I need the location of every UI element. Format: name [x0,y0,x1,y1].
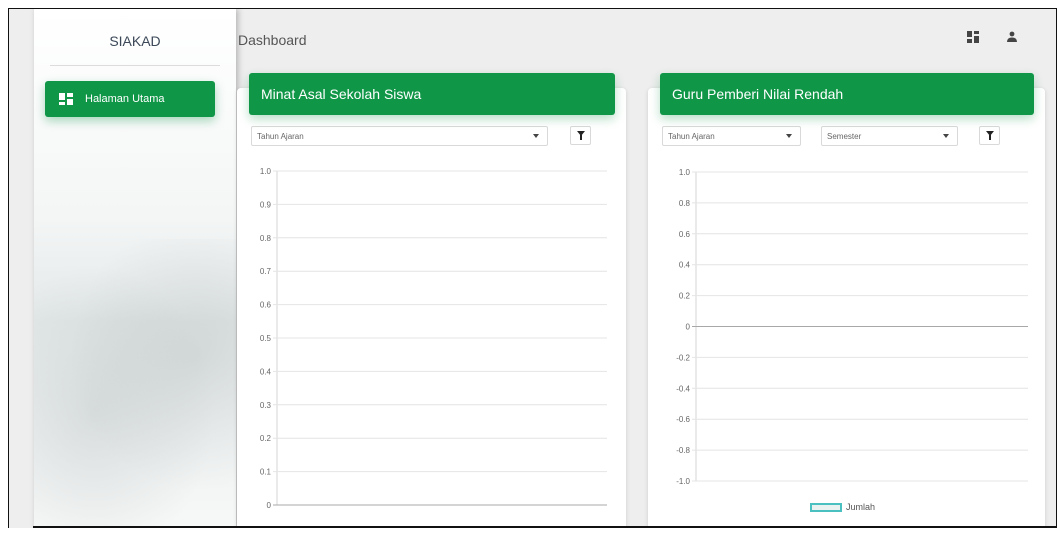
card-guru-nilai-rendah: Tahun Ajaran Semester 1.0 0.8 0.6 0.4 0.2 0 -0… [648,88,1045,528]
divider [33,526,1057,528]
card-header-guru: Guru Pemberi Nilai Rendah [660,73,1034,115]
legend-swatch [810,502,842,512]
sidebar-item-label: Halaman Utama [85,93,165,105]
y-tick-label: 0 [267,501,272,510]
y-tick-label: 1.0 [260,167,272,176]
y-tick-label: 0 [686,323,691,332]
y-tick-label: 0.5 [260,334,272,343]
y-tick-label: 0.7 [260,267,272,276]
y-tick-label: 0.6 [260,301,272,310]
y-tick-label: 0.3 [260,401,272,410]
y-tick-label: 0.2 [679,292,691,301]
y-tick-label: -0.8 [676,446,690,455]
card-title: Guru Pemberi Nilai Rendah [672,86,844,102]
y-tick-label: 0.4 [679,261,691,270]
y-tick-label: 0.1 [260,468,272,477]
y-tick-label: 0.9 [260,200,272,209]
page-title: Dashboard [238,32,307,48]
y-tick-label: 1.0 [679,168,691,177]
app-window: SIAKAD Halaman Utama Dashboard Tahun Aja… [8,8,1057,528]
card-title: Minat Asal Sekolah Siswa [261,86,422,102]
y-tick-label: -1.0 [676,477,690,486]
chart-legend[interactable]: Jumlah [810,502,875,512]
person-icon[interactable] [1006,31,1018,43]
y-tick-label: 0.6 [679,230,691,239]
sidebar: SIAKAD Halaman Utama [34,9,236,528]
legend-label: Jumlah [846,502,876,512]
card-minat-asal-sekolah: Tahun Ajaran 1.0 0.9 0.8 0.7 0.6 0.5 0.4 0.3 0.2… [237,88,626,528]
y-tick-label: -0.6 [676,415,690,424]
y-tick-label: 0.2 [260,434,272,443]
app-frame: SIAKAD Halaman Utama Dashboard Tahun Aja… [0,0,1061,536]
y-tick-label: 0.4 [260,367,272,376]
brand-divider [50,65,220,66]
y-tick-label: 0.8 [679,199,691,208]
card-header-minat: Minat Asal Sekolah Siswa [249,73,615,115]
y-tick-label: -0.4 [676,384,690,393]
dashboard-icon [59,93,73,105]
brand-title[interactable]: SIAKAD [34,33,236,49]
y-tick-label: 0.8 [260,234,272,243]
chart-guru-nilai-rendah: 1.0 0.8 0.6 0.4 0.2 0 -0.2 -0.4 -0.6 -0.8 -1.0 [676,168,1028,486]
chart-minat-asal-sekolah: 1.0 0.9 0.8 0.7 0.6 0.5 0.4 0.3 0.2 0.1 0 [260,167,607,510]
sidebar-item-halaman-utama[interactable]: Halaman Utama [45,81,215,117]
y-tick-label: -0.2 [676,353,690,362]
dashboard-icon[interactable] [967,31,979,43]
